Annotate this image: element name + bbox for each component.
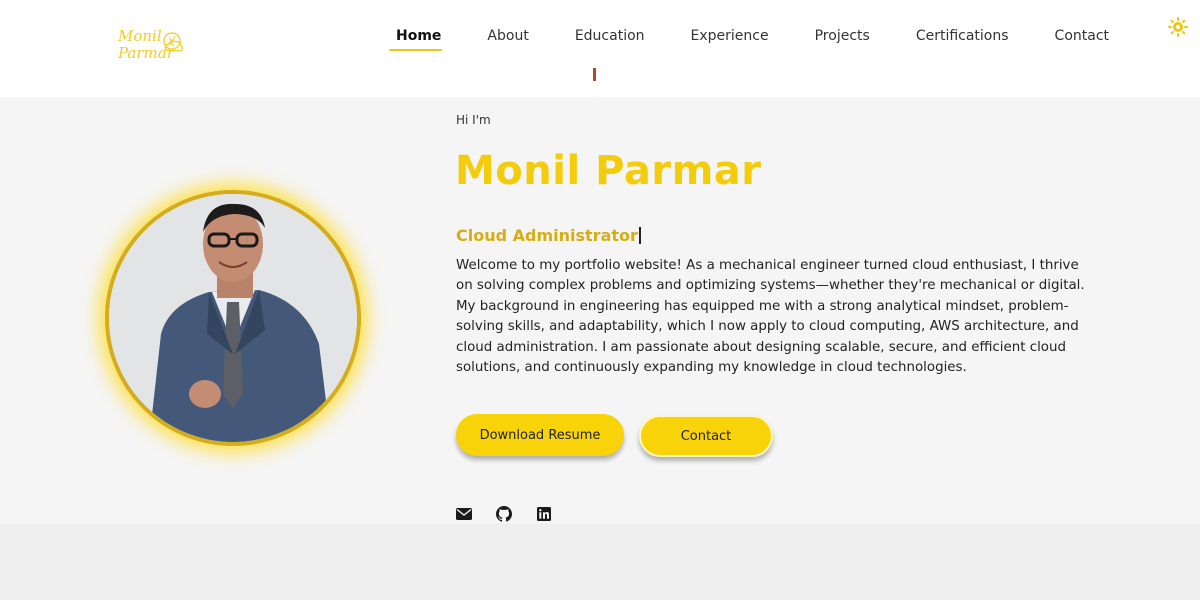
nav-education[interactable]: Education xyxy=(575,24,645,48)
mail-icon xyxy=(456,508,472,520)
text-caret xyxy=(593,68,596,81)
nav-home[interactable]: Home xyxy=(388,24,443,51)
logo-line-1: Monil xyxy=(118,27,162,45)
theme-toggle-button[interactable] xyxy=(1167,16,1189,38)
typing-cursor xyxy=(638,227,641,244)
download-resume-button[interactable]: Download Resume xyxy=(456,414,624,456)
linkedin-link[interactable] xyxy=(535,505,553,523)
contact-button[interactable]: Contact xyxy=(639,415,773,457)
profile-photo xyxy=(105,190,361,446)
nav-contact[interactable]: Contact xyxy=(1055,24,1109,48)
hero-greeting: Hi I'm xyxy=(456,113,491,127)
profile-photo-illustration xyxy=(109,194,357,442)
hero-role-text: Cloud Administrator xyxy=(456,226,638,245)
site-logo[interactable]: Monil Parmar xyxy=(114,24,194,68)
github-link[interactable] xyxy=(495,505,513,523)
nav-about[interactable]: About xyxy=(487,24,528,48)
main-nav: Home About Education Experience Projects… xyxy=(370,24,1109,51)
logo-cloud-icon xyxy=(163,32,184,52)
sun-icon xyxy=(1168,17,1188,37)
nav-certifications[interactable]: Certifications xyxy=(916,24,1009,48)
portfolio-page: Monil Parmar Home About Education Experi… xyxy=(0,0,1200,600)
nav-projects[interactable]: Projects xyxy=(815,24,870,48)
below-fold-area xyxy=(0,524,1200,600)
site-header: Monil Parmar Home About Education Experi… xyxy=(0,0,1200,97)
linkedin-icon xyxy=(537,507,551,521)
hero-name: Monil Parmar xyxy=(455,148,762,194)
hero-bio: Welcome to my portfolio website! As a me… xyxy=(456,258,1085,376)
nav-experience[interactable]: Experience xyxy=(691,24,769,48)
github-icon xyxy=(496,506,512,522)
email-link[interactable] xyxy=(455,505,473,523)
hero-role: Cloud Administrator xyxy=(456,226,641,245)
